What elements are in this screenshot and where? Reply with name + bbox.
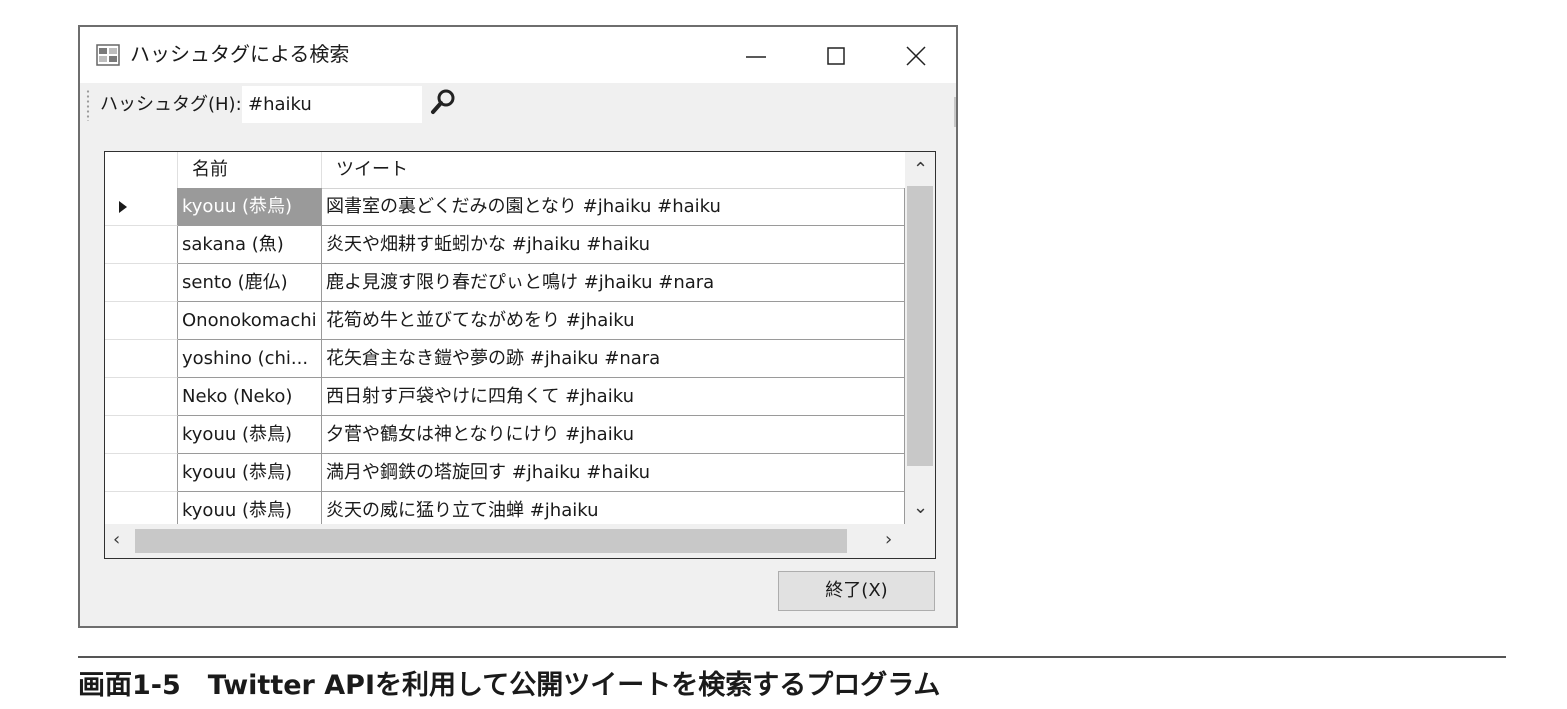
close-icon (906, 46, 926, 66)
tweet-grid[interactable]: 名前 ツイート kyouu (恭鳥) 図書室の裏どくだみの園となり #jhaiku… (104, 151, 936, 559)
scroll-up-icon[interactable]: ⌃ (913, 160, 928, 180)
row-header[interactable] (105, 302, 178, 340)
current-row-indicator[interactable] (105, 188, 178, 226)
tweet-cell[interactable]: 図書室の裏どくだみの園となり #jhaiku #haiku (322, 188, 905, 226)
exit-button[interactable]: 終了(X) (778, 571, 935, 611)
figure-caption: 画面1-5 Twitter APIを利用して公開ツイートを検索するプログラム (78, 670, 941, 701)
name-cell[interactable]: kyouu (恭鳥) (178, 454, 322, 492)
scroll-right-icon[interactable]: › (885, 530, 892, 550)
scroll-left-icon[interactable]: ‹ (113, 530, 120, 550)
app-icon (96, 44, 120, 66)
row-header[interactable] (105, 264, 178, 302)
table-row[interactable]: Ononokomachi 花筍め牛と並びてながめをり #jhaiku (105, 302, 905, 340)
hashtag-input[interactable]: #haiku (242, 86, 422, 123)
scrollbar-corner (905, 524, 935, 558)
minimize-icon (746, 56, 766, 58)
name-cell[interactable]: kyouu (恭鳥) (178, 188, 322, 226)
close-window-button[interactable] (888, 35, 944, 77)
minimize-button[interactable] (728, 35, 784, 77)
name-cell[interactable]: sento (鹿仏) (178, 264, 322, 302)
app-window: ハッシュタグによる検索 ハッシュタグ(H): #haiku 名前 ツイート ky… (78, 25, 958, 628)
toolbar-edge (954, 97, 956, 127)
name-cell[interactable]: sakana (魚) (178, 226, 322, 264)
row-header[interactable] (105, 416, 178, 454)
vertical-scrollbar[interactable]: ⌃ ⌄ (905, 152, 935, 524)
horizontal-scroll-thumb[interactable] (135, 529, 847, 553)
vertical-scroll-thumb[interactable] (907, 186, 933, 466)
name-cell[interactable]: kyouu (恭鳥) (178, 416, 322, 454)
tweet-cell[interactable]: 鹿よ見渡す限り春だぴぃと鳴け #jhaiku #nara (322, 264, 905, 302)
search-button[interactable] (428, 87, 458, 117)
tweet-cell[interactable]: 夕菅や鶴女は神となりにけり #jhaiku (322, 416, 905, 454)
table-row[interactable]: sento (鹿仏) 鹿よ見渡す限り春だぴぃと鳴け #jhaiku #nara (105, 264, 905, 302)
title-bar[interactable]: ハッシュタグによる検索 (80, 27, 956, 83)
name-cell[interactable]: yoshino (chi... (178, 340, 322, 378)
table-row[interactable]: yoshino (chi... 花矢倉主なき鎧や夢の跡 #jhaiku #nara (105, 340, 905, 378)
tweet-cell[interactable]: 西日射す戸袋やけに四角くて #jhaiku (322, 378, 905, 416)
tweet-cell[interactable]: 花筍め牛と並びてながめをり #jhaiku (322, 302, 905, 340)
horizontal-scrollbar[interactable]: ‹ › (105, 524, 907, 558)
search-icon (431, 89, 455, 114)
row-header[interactable] (105, 340, 178, 378)
toolbar-grip[interactable] (86, 89, 90, 121)
row-header[interactable] (105, 378, 178, 416)
table-row[interactable]: kyouu (恭鳥) 夕菅や鶴女は神となりにけり #jhaiku (105, 416, 905, 454)
table-row[interactable]: kyouu (恭鳥) 満月や鋼鉄の塔旋回す #jhaiku #haiku (105, 454, 905, 492)
scroll-down-icon[interactable]: ⌄ (913, 498, 928, 518)
row-header[interactable] (105, 226, 178, 264)
column-header-tweet[interactable]: ツイート (322, 152, 905, 188)
column-header-name[interactable]: 名前 (178, 152, 322, 188)
table-row[interactable]: kyouu (恭鳥) 図書室の裏どくだみの園となり #jhaiku #haiku (105, 188, 905, 226)
maximize-button[interactable] (808, 35, 864, 77)
maximize-icon (827, 47, 845, 65)
tweet-cell[interactable]: 満月や鋼鉄の塔旋回す #jhaiku #haiku (322, 454, 905, 492)
toolbar: ハッシュタグ(H): #haiku (80, 83, 956, 127)
table-row[interactable]: sakana (魚) 炎天や畑耕す蚯蚓かな #jhaiku #haiku (105, 226, 905, 264)
caption-rule (78, 656, 1506, 658)
row-header[interactable] (105, 454, 178, 492)
header-corner (105, 152, 178, 188)
name-cell[interactable]: Neko (Neko) (178, 378, 322, 416)
tweet-cell[interactable]: 炎天や畑耕す蚯蚓かな #jhaiku #haiku (322, 226, 905, 264)
table-row[interactable]: Neko (Neko) 西日射す戸袋やけに四角くて #jhaiku (105, 378, 905, 416)
name-cell[interactable]: Ononokomachi (178, 302, 322, 340)
hashtag-label: ハッシュタグ(H): (100, 94, 242, 115)
tweet-cell[interactable]: 花矢倉主なき鎧や夢の跡 #jhaiku #nara (322, 340, 905, 378)
window-title: ハッシュタグによる検索 (130, 42, 350, 66)
grid-header: 名前 ツイート (105, 152, 905, 189)
